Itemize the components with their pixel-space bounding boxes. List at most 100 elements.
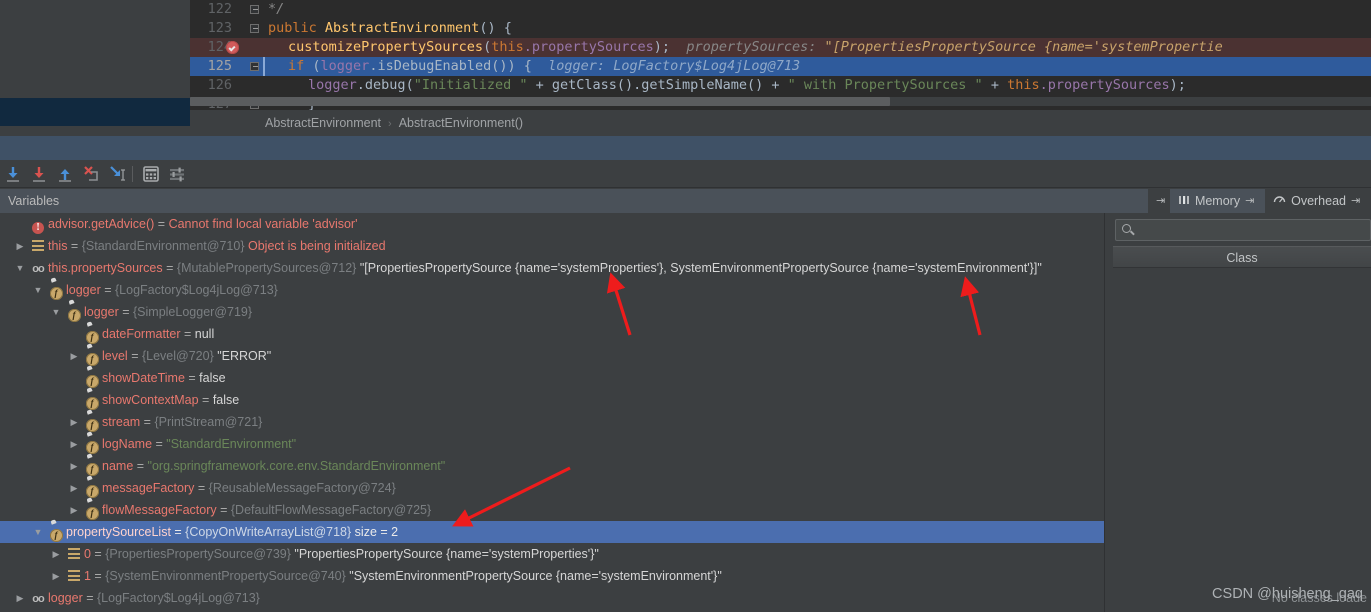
variable-name: 1: [84, 569, 91, 583]
tree-twisty-expanded-icon[interactable]: ▼: [14, 257, 26, 279]
variable-row[interactable]: ▶ 0 = {PropertiesPropertySource@739} "Pro…: [0, 543, 1104, 565]
breadcrumb[interactable]: AbstractEnvironment › AbstractEnvironment(…: [265, 110, 523, 136]
tree-twisty-collapsed-icon[interactable]: ▶: [68, 477, 80, 499]
debug-side-tabs[interactable]: ⇥ Memory ⇥ Overhead ⇥: [1147, 189, 1371, 213]
tab-overhead-label: Overhead: [1291, 194, 1346, 208]
variable-text: this = {StandardEnvironment@710} Object …: [48, 235, 386, 257]
code-editor[interactable]: 122 */ 123 public AbstractEnvironment() …: [0, 0, 1371, 110]
variables-pin-icon[interactable]: ⇥: [1147, 189, 1170, 213]
scrollbar-thumb[interactable]: [190, 97, 890, 106]
variable-name: logName: [102, 437, 153, 451]
variable-error: Cannot find local variable 'advisor': [168, 217, 358, 231]
tree-twisty-collapsed-icon[interactable]: ▶: [14, 235, 26, 257]
variable-row[interactable]: ▶ 1 = {SystemEnvironmentPropertySource@74…: [0, 565, 1104, 587]
variable-row[interactable]: ▶ f messageFactory = {ReusableMessageFacto…: [0, 477, 1104, 499]
variable-row[interactable]: f showDateTime = false: [0, 367, 1104, 389]
variable-row[interactable]: ▼ oo this.propertySources = {MutableProper…: [0, 257, 1104, 279]
field-icon: f: [85, 485, 99, 498]
step-out-icon[interactable]: [54, 163, 76, 185]
code-line-125[interactable]: 125 if (logger.isDebugEnabled()) { logge…: [190, 57, 1371, 76]
variable-value: "[PropertiesPropertySource {name='system…: [356, 261, 1042, 275]
variable-row[interactable]: ▶ f level = {Level@720} "ERROR": [0, 345, 1104, 367]
variable-text: this.propertySources = {MutablePropertyS…: [48, 257, 1042, 279]
equals-sign: =: [152, 437, 167, 451]
search-input[interactable]: [1138, 220, 1366, 240]
variable-row[interactable]: ▶ f flowMessageFactory = {DefaultFlowMessa…: [0, 499, 1104, 521]
class-column-header[interactable]: Class: [1113, 246, 1371, 268]
variable-type: {DefaultFlowMessageFactory@725}: [230, 503, 432, 517]
list-icon: [68, 548, 80, 559]
variable-row[interactable]: ▶ f logName = "StandardEnvironment": [0, 433, 1104, 455]
field-icon: f: [85, 331, 99, 344]
variable-row[interactable]: ▼ f propertySourceList = {CopyOnWriteArray…: [0, 521, 1104, 543]
fold-marker[interactable]: [245, 19, 263, 38]
code-line-126[interactable]: 126 logger.debug("Initialized " + getCla…: [190, 76, 1371, 95]
tree-twisty-expanded-icon[interactable]: ▼: [32, 279, 44, 301]
variable-row[interactable]: f showContextMap = false: [0, 389, 1104, 411]
breakpoint-icon[interactable]: [226, 41, 239, 54]
editor-left-gutter-blank: [0, 0, 190, 110]
variable-row[interactable]: ▶ f name = "org.springframework.core.env.S…: [0, 455, 1104, 477]
pin-glyph: ⇥: [1351, 195, 1361, 207]
tree-twisty-expanded-icon[interactable]: ▼: [32, 521, 44, 543]
tree-twisty-expanded-icon[interactable]: ▼: [50, 301, 62, 323]
step-into-icon[interactable]: [28, 163, 50, 185]
code-line-122[interactable]: 122 */: [190, 0, 1371, 19]
tree-twisty-collapsed-icon[interactable]: ▶: [68, 345, 80, 367]
variable-row[interactable]: ▶ oo logger = {LogFactory$Log4jLog@713}: [0, 587, 1104, 609]
tree-twisty-collapsed-icon[interactable]: ▶: [68, 455, 80, 477]
variable-row[interactable]: ▼ f logger = {LogFactory$Log4jLog@713}: [0, 279, 1104, 301]
code-lines[interactable]: 122 */ 123 public AbstractEnvironment() …: [190, 0, 1371, 110]
variables-tree[interactable]: ! advisor.getAdvice() = Cannot find local…: [0, 213, 1104, 612]
settings-icon[interactable]: [166, 163, 188, 185]
search-icon: [1122, 224, 1131, 233]
evaluate-expression-icon[interactable]: [140, 163, 162, 185]
editor-horizontal-scrollbar[interactable]: [190, 97, 1371, 106]
variable-row[interactable]: f dateFormatter = null: [0, 323, 1104, 345]
equals-sign: =: [180, 327, 195, 341]
variable-text: flowMessageFactory = {DefaultFlowMessage…: [102, 499, 431, 521]
equals-sign: =: [100, 283, 115, 297]
variable-row[interactable]: ▶ f stream = {PrintStream@721}: [0, 411, 1104, 433]
tab-overhead[interactable]: Overhead ⇥: [1265, 189, 1371, 213]
step-over-icon[interactable]: [2, 163, 24, 185]
memory-panel[interactable]: Class No classes loade CSDN @huisheng_qa…: [1104, 213, 1371, 612]
tree-twisty-collapsed-icon[interactable]: ▶: [50, 565, 62, 587]
field-icon: f: [85, 441, 99, 454]
pin-glyph: ⇥: [1245, 195, 1255, 207]
equals-sign: =: [133, 459, 148, 473]
breadcrumb-method[interactable]: AbstractEnvironment(): [399, 116, 523, 130]
variable-row[interactable]: ! advisor.getAdvice() = Cannot find local…: [0, 213, 1104, 235]
equals-sign: =: [154, 217, 169, 231]
variable-text: logger = {LogFactory$Log4jLog@713}: [48, 587, 260, 609]
variable-row[interactable]: ▶ this = {StandardEnvironment@710} Object…: [0, 235, 1104, 257]
variables-tab-bar[interactable]: Variables ⇥ Memory ⇥ Overhead ⇥: [0, 189, 1371, 213]
fold-marker[interactable]: [245, 0, 263, 19]
tree-twisty-collapsed-icon[interactable]: ▶: [68, 433, 80, 455]
code-line-123[interactable]: 123 public AbstractEnvironment() {: [190, 19, 1371, 38]
tree-twisty-collapsed-icon[interactable]: ▶: [68, 411, 80, 433]
search-box[interactable]: [1115, 219, 1371, 241]
variable-error: Object is being initialized: [244, 239, 386, 253]
code-line-124[interactable]: 124 customizePropertySources(this.proper…: [190, 38, 1371, 57]
variable-value: "SystemEnvironmentPropertySource {name='…: [345, 569, 722, 583]
field-icon: f: [85, 397, 99, 410]
variable-row[interactable]: ▼ f logger = {SimpleLogger@719}: [0, 301, 1104, 323]
breadcrumb-class[interactable]: AbstractEnvironment: [265, 116, 381, 130]
force-step-into-icon[interactable]: [80, 163, 102, 185]
fold-marker[interactable]: [245, 57, 263, 76]
equals-sign: =: [198, 393, 213, 407]
variable-name: 0: [84, 547, 91, 561]
tree-twisty-collapsed-icon[interactable]: ▶: [68, 499, 80, 521]
run-to-cursor-icon[interactable]: [106, 163, 128, 185]
tab-memory-label: Memory: [1194, 194, 1241, 208]
class-search[interactable]: [1115, 219, 1371, 241]
variables-tab-label[interactable]: Variables: [8, 189, 59, 213]
tree-twisty-collapsed-icon[interactable]: ▶: [50, 543, 62, 565]
tab-memory[interactable]: Memory ⇥: [1169, 189, 1266, 213]
code-text: public AbstractEnvironment() {: [268, 20, 512, 36]
variable-name: logger: [66, 283, 101, 297]
debugger-toolbar[interactable]: [0, 160, 1371, 188]
idea-debugger-window: 122 */ 123 public AbstractEnvironment() …: [0, 0, 1371, 612]
tree-twisty-collapsed-icon[interactable]: ▶: [14, 587, 26, 609]
